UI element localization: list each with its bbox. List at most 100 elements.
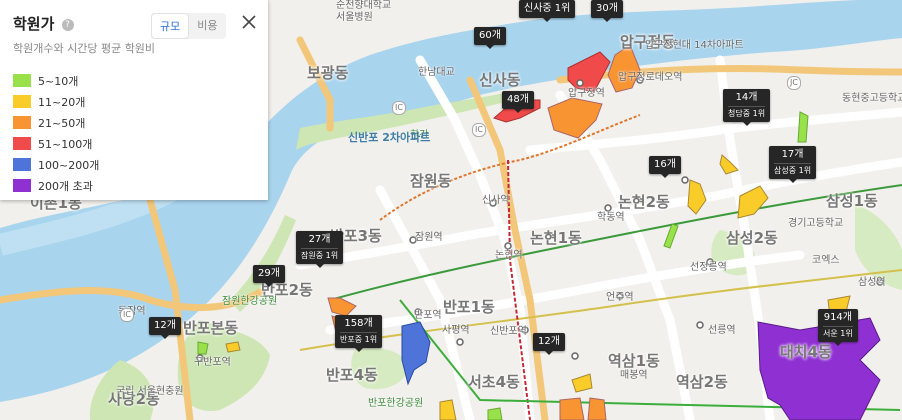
academy-area (487, 407, 503, 420)
marker-count: 30개 (596, 3, 618, 14)
place-label: 삼성2동 (726, 229, 778, 247)
place-label: 압구정역 (568, 88, 605, 99)
legend-swatch (13, 74, 31, 87)
legend-label: 11~20개 (38, 95, 86, 109)
place-label: 코엑스 (812, 255, 840, 266)
place-label: 동현중고등학교 (842, 93, 902, 104)
marker-count: 12개 (538, 336, 560, 347)
legend-subtitle: 학원개수와 시간당 평균 학원비 (13, 42, 156, 55)
place-label: 경기고등학교 (788, 218, 844, 229)
place-label: 신사역 (482, 195, 510, 206)
view-toggle: 규모 비용 (151, 13, 226, 39)
legend-panel: 학원가 ? 학원개수와 시간당 평균 학원비 규모 비용 5~10개 11~20… (0, 0, 268, 200)
place-label: 논현역 (495, 250, 523, 261)
place-label: 반포본동 (183, 319, 239, 337)
academy-area (797, 111, 809, 143)
place-label: 선릉역 (708, 325, 736, 336)
academy-count-marker[interactable]: 17개 삼성중 1위 (769, 146, 817, 183)
place-label: 반포4동 (326, 366, 378, 384)
marker-count: 60개 (479, 30, 501, 41)
place-label: 압구정현대 14차아파트 (645, 40, 744, 51)
legend-label: 51~100개 (38, 137, 93, 151)
road-junction-icon: IC (392, 101, 406, 115)
academy-count-marker[interactable]: 12개 (149, 317, 181, 339)
academy-area (197, 341, 209, 355)
academy-count-marker[interactable]: 27개 잠원중 1위 (296, 231, 344, 268)
place-label: 반포한강공원 (368, 398, 424, 409)
marker-count: 48개 (507, 94, 529, 105)
marker-count: 14개 (735, 92, 758, 103)
legend-swatch (13, 116, 31, 129)
place-label: 구반포역 (194, 357, 231, 368)
place-label: 언주역 (606, 292, 634, 303)
marker-count: 158개 (344, 318, 373, 329)
academy-area (559, 397, 585, 420)
legend-item: 100~200개 (13, 154, 255, 175)
place-label: 신반포 2차아파트 (348, 131, 431, 144)
place-label: 신사동 (479, 71, 521, 89)
place-label: 삼성1동 (826, 192, 878, 210)
legend-swatch (13, 137, 31, 150)
place-label: 역삼2동 (676, 373, 728, 391)
legend-item: 200개 초과 (13, 175, 255, 196)
marker-rank: 반포중 1위 (340, 332, 378, 345)
place-label: 매봉역 (620, 370, 648, 381)
help-icon[interactable]: ? (61, 19, 74, 31)
tab-cost[interactable]: 비용 (189, 13, 225, 39)
place-label: 사평역 (442, 325, 470, 336)
marker-rank: 삼성중 1위 (774, 163, 812, 176)
place-label: 보광동 (307, 64, 349, 82)
marker-count: 17개 (781, 149, 804, 160)
academy-count-marker[interactable]: 12개 (533, 333, 565, 355)
legend-title: 학원가 (13, 15, 55, 33)
academy-count-marker[interactable]: 30개 (591, 0, 623, 22)
legend-item: 51~100개 (13, 133, 255, 154)
academy-count-marker[interactable]: 914개 서운 1위 (818, 309, 858, 346)
tab-size[interactable]: 규모 (151, 13, 190, 39)
place-label: 국립 서울현충원 (116, 386, 184, 397)
marker-count: 신사중 1위 (524, 3, 571, 14)
academy-count-marker[interactable]: 14개 청담중 1위 (723, 89, 771, 126)
place-label: 반포1동 (443, 298, 495, 316)
marker-count: 16개 (654, 159, 676, 170)
marker-count: 27개 (308, 234, 331, 245)
place-label: 학동역 (597, 212, 625, 223)
legend-swatch (13, 158, 31, 171)
place-label: 논현2동 (618, 193, 670, 211)
close-icon[interactable] (240, 13, 258, 31)
road-junction-icon: IC (120, 308, 134, 322)
academy-area (587, 397, 607, 420)
place-label: 잠원동 (410, 172, 452, 190)
place-label: 논현1동 (530, 229, 582, 247)
place-label: 신반포역 (490, 326, 527, 337)
place-label: 삼성역 (858, 277, 886, 288)
place-label: 압구정로데오역 (618, 72, 683, 83)
legend-label: 21~50개 (38, 116, 86, 130)
place-label: 대치4동 (780, 343, 832, 361)
legend-label: 100~200개 (38, 158, 100, 172)
marker-rank: 잠원중 1위 (301, 248, 339, 261)
academy-count-marker[interactable]: 48개 (502, 91, 534, 113)
marker-rank: 청담중 1위 (728, 106, 766, 119)
place-label: 한남대교 (418, 67, 455, 78)
academy-count-marker[interactable]: 158개 반포중 1위 (335, 315, 383, 352)
academy-count-marker[interactable]: 16개 (649, 156, 681, 178)
road-junction-icon: IC (472, 123, 486, 137)
place-label: 반포역 (414, 310, 442, 321)
place-label: 잠원한강공원 (222, 296, 278, 307)
legend-swatch (13, 179, 31, 192)
marker-rank: 서운 1위 (823, 326, 853, 339)
academy-count-marker[interactable]: 60개 (474, 27, 506, 49)
legend-label: 200개 초과 (38, 179, 93, 193)
place-label: 잠원역 (415, 232, 443, 243)
place-label: 역삼1동 (608, 352, 660, 370)
place-label: 순천향대학교 서울병원 (336, 0, 392, 23)
academy-count-marker[interactable]: 신사중 1위 (519, 0, 576, 22)
academy-count-marker[interactable]: 29개 (253, 265, 285, 287)
legend-item: 11~20개 (13, 91, 255, 112)
marker-count: 29개 (258, 268, 280, 279)
legend-item: 5~10개 (13, 70, 255, 91)
academy-area (225, 341, 241, 353)
place-label: 서초4동 (468, 373, 520, 391)
marker-count: 12개 (154, 320, 176, 331)
